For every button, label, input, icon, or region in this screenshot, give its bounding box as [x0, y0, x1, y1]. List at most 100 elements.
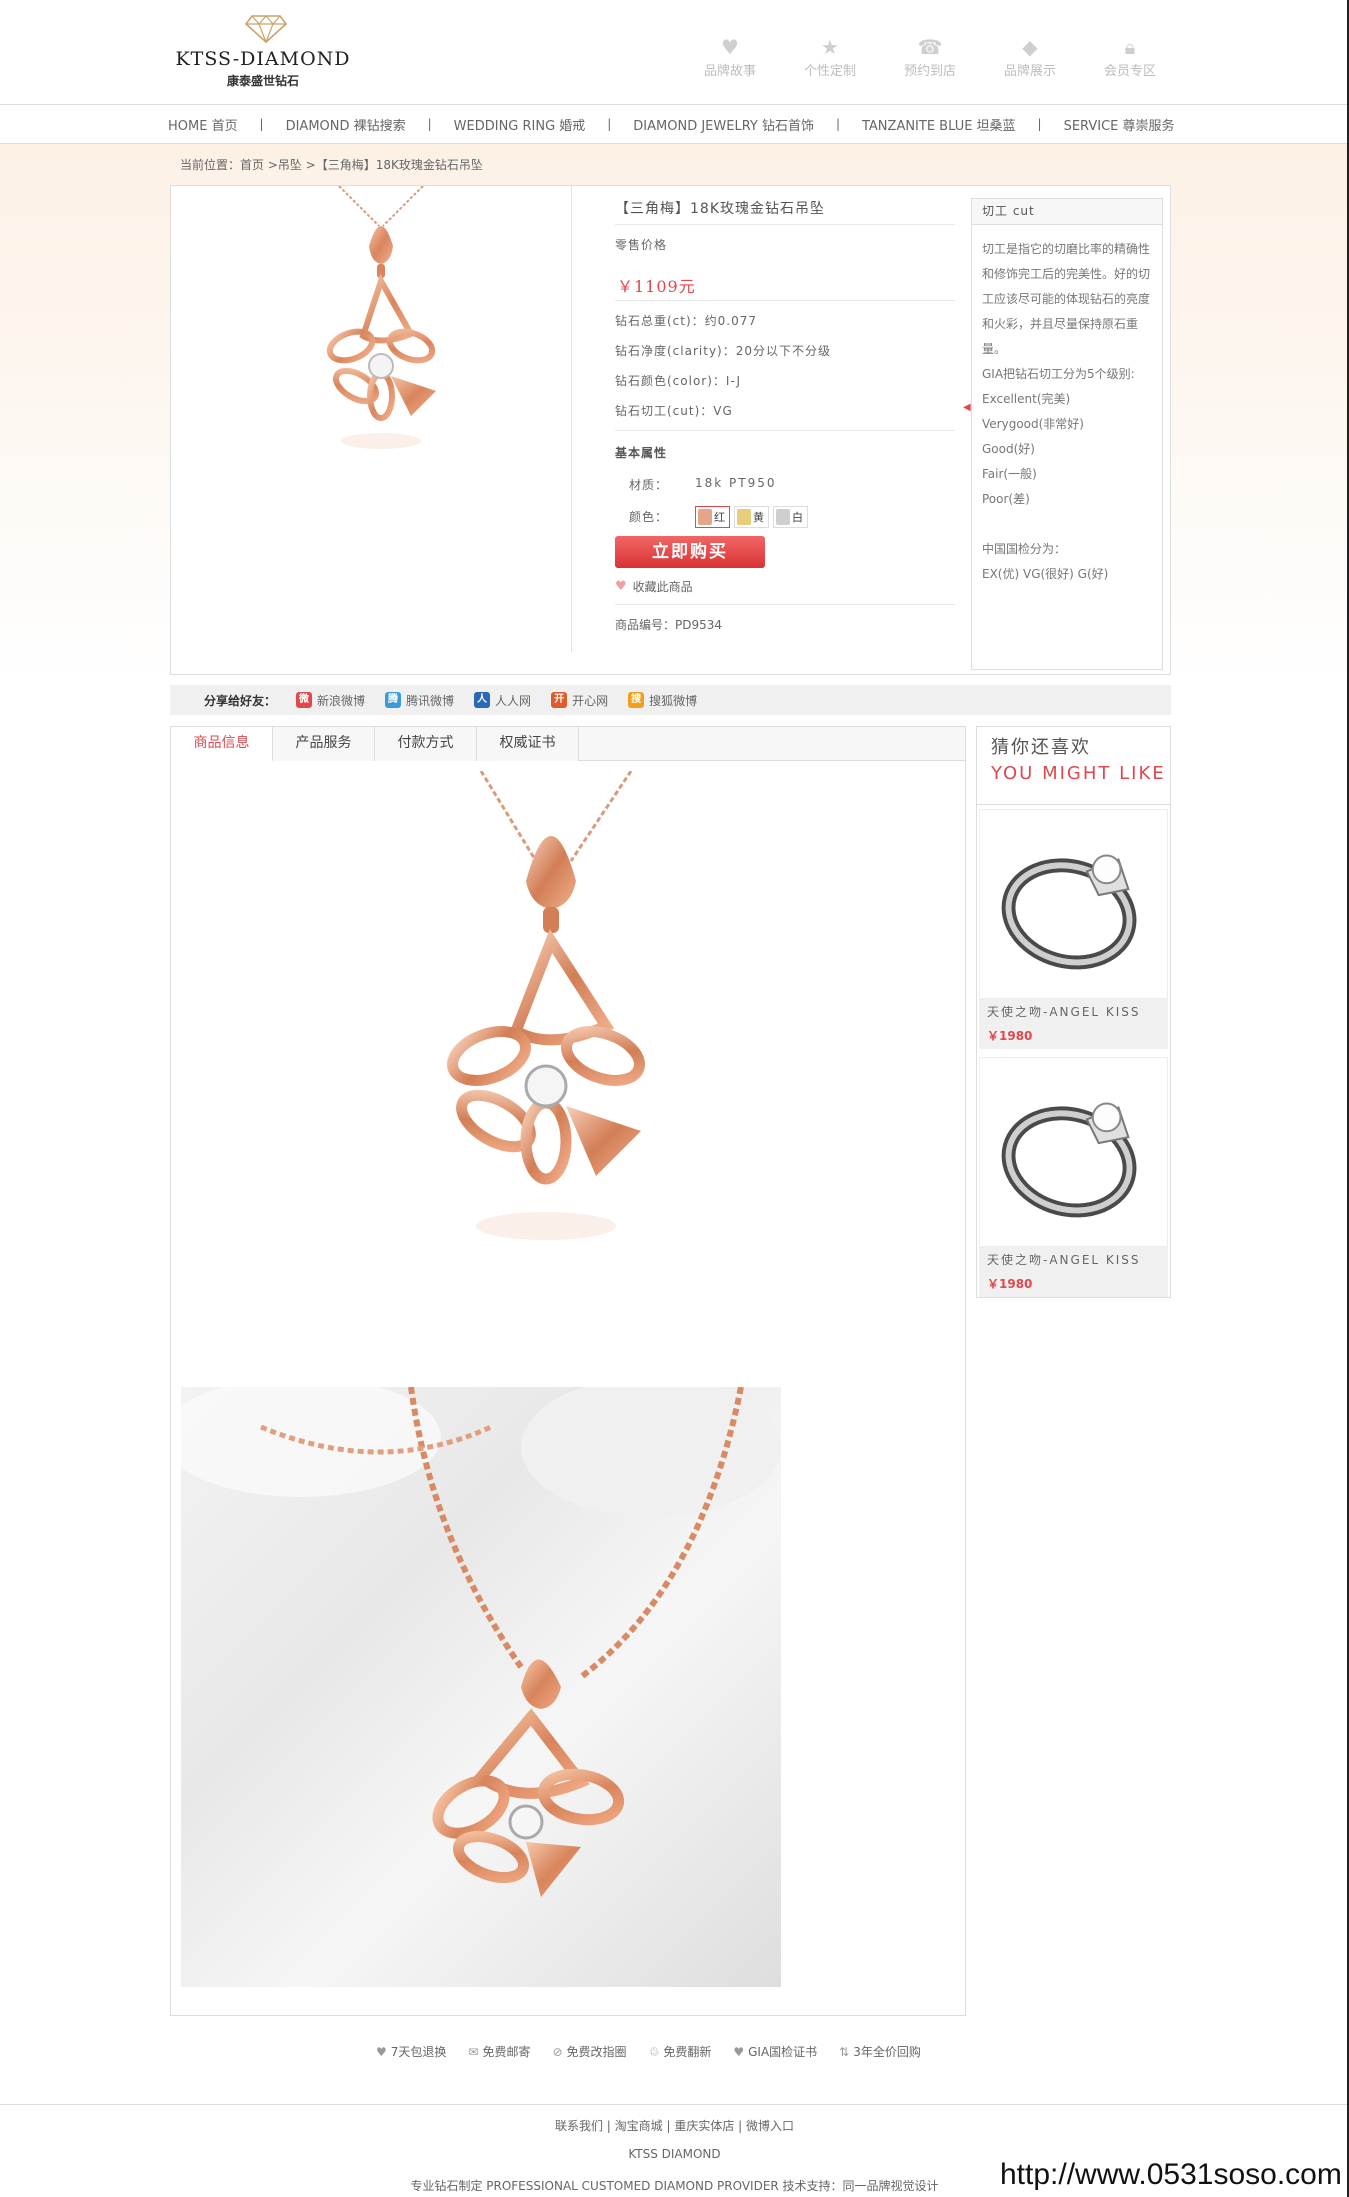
recommend-name: 天使之吻-ANGEL KISS — [987, 1005, 1141, 1019]
recommend-title-en: YOU MIGHT LIKE — [991, 763, 1166, 784]
service-label: 免费翻新 — [663, 2045, 712, 2059]
swatch-white — [776, 509, 790, 525]
spec-cut: 钻石切工(cut)：VG — [615, 404, 733, 418]
certificate-icon: ♥ — [733, 2044, 745, 2059]
tab-product-service[interactable]: 产品服务 — [273, 727, 375, 761]
recommend-name: 天使之吻-ANGEL KISS — [987, 1253, 1141, 1267]
share-renren[interactable]: 人人人网 — [474, 692, 531, 709]
spec-color: 钻石颜色(color)：I-J — [615, 374, 741, 388]
brand-story-link[interactable]: ♥ 品牌故事 — [680, 34, 780, 84]
member-label: 会员专区 — [1103, 64, 1156, 79]
material-value: 18k PT950 — [695, 476, 777, 490]
product-image[interactable] — [251, 186, 511, 546]
divider — [571, 186, 572, 652]
exchange-icon: ⇅ — [839, 2044, 850, 2059]
member-link[interactable]: 🔒︎ 会员专区 — [1080, 34, 1180, 84]
buy-now-button[interactable]: 立即购买 — [615, 536, 765, 568]
nav-wedding-ring[interactable]: WEDDING RING 婚戒 — [454, 115, 586, 134]
appointment-link[interactable]: ☎ 预约到店 — [880, 34, 980, 84]
ring-icon: ⊘ — [552, 2044, 563, 2059]
custom-link[interactable]: ★ 个性定制 — [780, 34, 880, 84]
logo-text-cn: 康泰盛世钻石 — [226, 74, 299, 88]
ring-image — [979, 809, 1168, 999]
price-label: 零售价格 — [615, 238, 668, 252]
heart-icon: ♥ — [615, 579, 627, 594]
color-option-white[interactable]: 白 — [773, 506, 808, 528]
nav-diamond-jewelry[interactable]: DIAMOND JEWELRY 钻石首饰 — [633, 115, 814, 134]
favorite-link[interactable]: ♥ 收藏此商品 — [615, 578, 693, 595]
color-options: 红 黄 白 — [695, 506, 808, 528]
star-icon: ★ — [821, 35, 839, 59]
nav-service[interactable]: SERVICE 尊崇服务 — [1064, 115, 1175, 134]
service-shipping[interactable]: ✉ 免费邮寄 — [468, 2043, 530, 2060]
sohu-icon: 搜 — [628, 692, 645, 708]
cut-line: Good(好) — [982, 442, 1035, 456]
share-sohu-weibo[interactable]: 搜搜狐微博 — [628, 692, 697, 709]
cut-line: 工应该尽可能的体现钻石的亮度 — [982, 292, 1151, 306]
breadcrumb[interactable]: 当前位置：首页 >吊坠 >【三角梅】18K玫瑰金钻石吊坠 — [180, 156, 483, 173]
nav-home[interactable]: HOME 首页 — [168, 115, 238, 134]
product-lifestyle-photo — [181, 1387, 781, 1987]
share-label: 开心网 — [572, 693, 609, 708]
nav-separator: | — [259, 117, 264, 131]
heart-icon: ♥ — [376, 2044, 387, 2059]
detail-tabs: 商品信息 产品服务 付款方式 权威证书 — [171, 727, 965, 762]
product-price: ￥1109元 — [617, 277, 696, 296]
service-resize[interactable]: ⊘ 免费改指圈 — [552, 2043, 626, 2060]
arrow-left-icon: ◀ — [963, 402, 971, 413]
recommend-price: ￥1980 — [987, 1277, 1033, 1291]
cut-line: Poor(差) — [982, 492, 1030, 506]
lock-icon: 🔒︎ — [1124, 35, 1136, 59]
service-refurbish[interactable]: ♲ 免费翻新 — [649, 2043, 712, 2060]
nav-diamond-search[interactable]: DIAMOND 裸钻搜索 — [286, 115, 406, 134]
share-label: 腾讯微博 — [406, 693, 455, 708]
cut-line — [982, 512, 1152, 537]
cut-line: Fair(一般) — [982, 467, 1037, 481]
service-label: GIA国检证书 — [748, 2045, 818, 2059]
share-sina-weibo[interactable]: 微新浪微博 — [296, 692, 365, 709]
service-label: 免费邮寄 — [482, 2045, 531, 2059]
recommend-card[interactable]: 天使之吻-ANGEL KISS ￥1980 — [979, 1057, 1168, 1297]
service-label: 3年全价回购 — [853, 2045, 921, 2059]
renren-icon: 人 — [474, 692, 491, 708]
nav-separator: | — [607, 117, 612, 131]
service-label: 7天包退换 — [390, 2045, 447, 2059]
spec-clarity: 钻石净度(clarity)：20分以下不分级 — [615, 344, 831, 358]
tab-product-info[interactable]: 商品信息 — [171, 727, 273, 762]
cut-line: Verygood(非常好) — [982, 417, 1084, 431]
divider — [615, 430, 955, 431]
service-buyback[interactable]: ⇅ 3年全价回购 — [839, 2043, 921, 2060]
mail-icon: ✉ — [468, 2044, 479, 2059]
recommend-price: ￥1980 — [987, 1029, 1033, 1043]
product-details: 商品信息 产品服务 付款方式 权威证书 — [170, 726, 966, 2016]
color-option-yellow[interactable]: 黄 — [734, 506, 769, 528]
share-label: 搜狐微博 — [649, 693, 698, 708]
divider — [615, 224, 955, 225]
share-tencent-weibo[interactable]: 腾腾讯微博 — [385, 692, 454, 709]
product-panel: 【三角梅】18K玫瑰金钻石吊坠 零售价格 ￥1109元 钻石总重(ct)：约0.… — [170, 185, 1171, 675]
custom-label: 个性定制 — [803, 64, 856, 79]
service-certificate[interactable]: ♥ GIA国检证书 — [733, 2043, 817, 2060]
color-option-label: 白 — [792, 511, 803, 524]
tab-certificate[interactable]: 权威证书 — [477, 727, 579, 761]
kaixin-icon: 开 — [551, 692, 568, 708]
nav-tanzanite[interactable]: TANZANITE BLUE 坦桑蓝 — [862, 115, 1016, 134]
tab-payment[interactable]: 付款方式 — [375, 727, 477, 761]
service-return[interactable]: ♥ 7天包退换 — [376, 2043, 446, 2060]
logo-text-en: KTSS-DIAMOND — [175, 48, 351, 70]
weibo-icon: 微 — [296, 692, 313, 708]
product-title: 【三角梅】18K玫瑰金钻石吊坠 — [615, 201, 825, 217]
divider — [615, 300, 955, 301]
brand-display-link[interactable]: ◆ 品牌展示 — [980, 34, 1080, 84]
tencent-icon: 腾 — [385, 692, 402, 708]
color-option-red[interactable]: 红 — [695, 506, 730, 528]
lifestyle-photo-art — [181, 1387, 781, 1897]
share-kaixin[interactable]: 开开心网 — [551, 692, 608, 709]
swatch-yellow — [737, 509, 751, 525]
appointment-label: 预约到店 — [903, 64, 956, 79]
site-header: KTSS-DIAMOND 康泰盛世钻石 ♥ 品牌故事 ★ 个性定制 ☎ 预约到店 ◆ 品… — [0, 0, 1349, 104]
heart-icon: ♥ — [721, 35, 739, 59]
footer-links[interactable]: 联系我们 | 淘宝商城 | 重庆实体店 | 微博入口 — [0, 2117, 1349, 2134]
recommend-card[interactable]: 天使之吻-ANGEL KISS ￥1980 — [979, 809, 1168, 1049]
logo[interactable]: KTSS-DIAMOND 康泰盛世钻石 — [168, 12, 368, 92]
